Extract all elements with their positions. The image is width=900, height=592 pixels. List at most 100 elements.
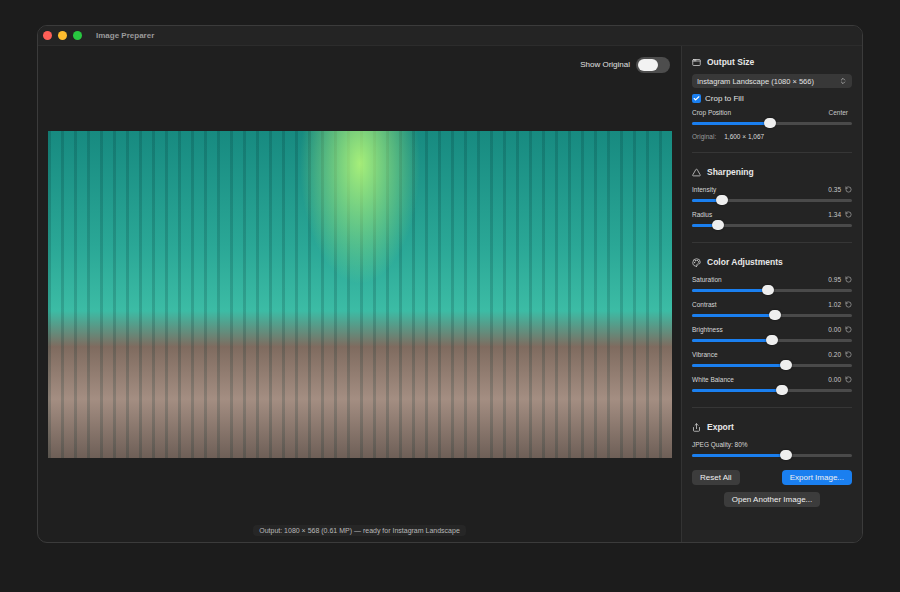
slider-row: Intensity 0.35	[692, 184, 852, 205]
reset-icon[interactable]	[845, 186, 852, 193]
slider-value: 0.20	[828, 351, 841, 358]
section-icon	[692, 258, 701, 267]
section-header: Sharpening	[692, 166, 852, 178]
slider[interactable]	[692, 195, 852, 205]
settings-section: Output Size Instagram Landscape (1080 × 5…	[692, 46, 852, 153]
slider-label: JPEG Quality: 80%	[692, 441, 748, 448]
window-title: Image Preparer	[96, 31, 154, 40]
slider-label-row: Vibrance 0.20	[692, 349, 852, 359]
slider-label: Vibrance	[692, 351, 718, 358]
slider-label-row: Contrast1.02	[692, 299, 852, 309]
slider[interactable]	[692, 450, 852, 460]
slider-value: 0.35	[828, 186, 841, 193]
checkbox[interactable]	[692, 94, 701, 103]
slider-thumb[interactable]	[716, 195, 728, 205]
slider-value: 0.95	[828, 276, 841, 283]
reset-icon[interactable]	[845, 351, 852, 358]
slider-value: 1.02	[828, 301, 841, 308]
slider-row: Contrast1.02	[692, 299, 852, 320]
slider-label: Crop Position	[692, 109, 731, 116]
slider-thumb[interactable]	[769, 310, 781, 320]
chevrons-icon	[839, 77, 847, 85]
slider-label-row: White Balance0.00	[692, 374, 852, 384]
slider-row: Radius 1.34	[692, 209, 852, 230]
settings-section: Sharpening Intensity 0.35 Radius 1.34	[692, 153, 852, 243]
open-button[interactable]: Open Another Image...	[724, 492, 821, 507]
slider-thumb[interactable]	[776, 385, 788, 395]
slider-value: 0.00	[828, 376, 841, 383]
slider-label: Intensity	[692, 186, 716, 193]
slider-value: 1.34	[828, 211, 841, 218]
slider-thumb[interactable]	[712, 220, 724, 230]
slider[interactable]	[692, 220, 852, 230]
reset-icon[interactable]	[845, 211, 852, 218]
preview-toolbar: Show Original	[38, 46, 681, 83]
slider-label: Saturation	[692, 276, 722, 283]
switch-knob	[638, 59, 658, 71]
checkbox-row[interactable]: Crop to Fill	[692, 94, 852, 103]
slider-label-row: Intensity 0.35	[692, 184, 852, 194]
slider-label-row: Crop Position Center	[692, 107, 852, 117]
slider[interactable]	[692, 118, 852, 128]
section-title: Export	[707, 422, 734, 432]
export-button[interactable]: Export Image...	[782, 470, 852, 485]
slider[interactable]	[692, 335, 852, 345]
slider-row: White Balance0.00	[692, 374, 852, 395]
slider-thumb[interactable]	[780, 360, 792, 370]
reset-icon[interactable]	[845, 326, 852, 333]
slider-fill	[692, 289, 768, 292]
section-title: Output Size	[707, 57, 754, 67]
slider[interactable]	[692, 360, 852, 370]
info-value: 1,600 × 1,067	[724, 133, 764, 140]
slider-row: Crop Position Center	[692, 107, 852, 128]
info-label: Original:	[692, 133, 716, 140]
status-text: Output: 1080 × 568 (0.61 MP) — ready for…	[253, 525, 466, 536]
section-icon	[692, 58, 701, 67]
slider-label-row: Saturation 0.95	[692, 274, 852, 284]
slider-fill	[692, 339, 772, 342]
slider-value: Center	[828, 109, 848, 116]
open-row: Open Another Image...	[692, 492, 852, 507]
reset-icon[interactable]	[845, 276, 852, 283]
reset-button[interactable]: Reset All	[692, 470, 740, 485]
slider-thumb[interactable]	[766, 335, 778, 345]
slider-label: Radius	[692, 211, 712, 218]
reset-icon[interactable]	[845, 376, 852, 383]
window-body: Show Original Output: 1080 × 568 (0.61 MP…	[38, 46, 862, 542]
settings-panel: Output Size Instagram Landscape (1080 × 5…	[681, 46, 862, 542]
reset-icon[interactable]	[845, 301, 852, 308]
preview-pane: Show Original Output: 1080 × 568 (0.61 MP…	[38, 46, 681, 542]
app-window: Image Preparer Show Original Output: 1080 …	[37, 25, 863, 543]
minimize-button[interactable]	[58, 31, 67, 40]
slider-fill	[692, 454, 786, 457]
checkbox-label: Crop to Fill	[705, 94, 744, 103]
section-header: Export	[692, 421, 852, 433]
settings-section: Color AdjustmentsSaturation0.95Contrast1…	[692, 243, 852, 408]
status-row: Output: 1080 × 568 (0.61 MP) — ready for…	[38, 505, 681, 542]
zoom-button[interactable]	[73, 31, 82, 40]
slider-row: Vibrance 0.20	[692, 349, 852, 370]
slider-row: Brightness0.00	[692, 324, 852, 345]
slider-fill	[692, 122, 770, 125]
slider-thumb[interactable]	[764, 118, 776, 128]
show-original-switch[interactable]	[636, 57, 670, 73]
slider-thumb[interactable]	[780, 450, 792, 460]
slider[interactable]	[692, 385, 852, 395]
slider[interactable]	[692, 285, 852, 295]
slider-fill	[692, 389, 782, 392]
slider-label-row: JPEG Quality: 80%	[692, 439, 852, 449]
check-icon	[693, 95, 700, 102]
size-select[interactable]: Instagram Landscape (1080 × 566)	[692, 74, 852, 88]
image-area	[38, 83, 681, 505]
info-row: Original: 1,600 × 1,067	[692, 133, 852, 140]
section-icon	[692, 168, 701, 177]
slider[interactable]	[692, 310, 852, 320]
preview-image	[48, 131, 672, 458]
slider-track	[692, 364, 852, 367]
slider-thumb[interactable]	[762, 285, 774, 295]
slider-fill	[692, 314, 775, 317]
slider-track	[692, 389, 852, 392]
slider-fill	[692, 364, 786, 367]
section-title: Sharpening	[707, 167, 754, 177]
close-button[interactable]	[43, 31, 52, 40]
